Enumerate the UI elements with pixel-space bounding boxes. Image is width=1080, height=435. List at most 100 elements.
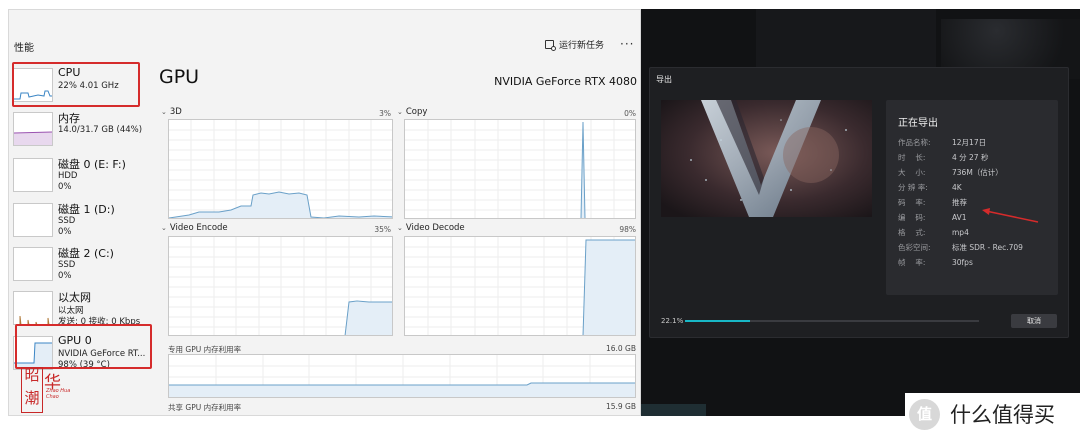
- sidebar-item-detail: 14.0/31.7 GB (44%): [58, 125, 143, 135]
- chevron-down-icon: ⌄: [161, 224, 167, 232]
- sidebar-item-label: 磁盘 0 (E: F:): [58, 158, 126, 171]
- engine-percent: 35%: [374, 225, 391, 234]
- engine-graph-3d: [168, 119, 393, 219]
- info-row-resolution: 分 辨 率: 4K: [898, 182, 962, 193]
- gpu-detail-panel: GPU NVIDIA GeForce RTX 4080 ⌄ 3D 3% ⌄ Co…: [159, 62, 639, 415]
- brand-name: 什么值得买: [950, 403, 1055, 427]
- info-value: 标准 SDR - Rec.709: [952, 243, 1023, 252]
- task-manager-window: 性能 运行新任务 ··· CPU 22% 4.01 GHz 内存 14.0/31…: [8, 9, 641, 416]
- info-value: 推荐: [952, 198, 967, 207]
- run-task-icon: [545, 40, 556, 51]
- info-key: 帧 率:: [898, 258, 926, 267]
- info-key: 码 率:: [898, 198, 926, 207]
- gpu-title: GPU: [159, 66, 200, 88]
- more-options-button[interactable]: ···: [620, 37, 634, 51]
- info-value: 12月17日: [952, 138, 987, 147]
- chevron-down-icon: ⌄: [397, 224, 403, 232]
- engine-percent: 0%: [624, 109, 636, 118]
- info-row-format: 格 式: mp4: [898, 227, 969, 238]
- sidebar-item-detail: 0%: [58, 271, 72, 281]
- export-progress-text: 22.1%: [661, 317, 684, 325]
- sidebar-item-label: 磁盘 2 (C:): [58, 247, 114, 260]
- engine-percent: 3%: [379, 109, 391, 118]
- info-key: 分 辨 率:: [898, 183, 928, 192]
- annotation-arrow-icon: [982, 208, 1039, 223]
- engine-selector-video-encode[interactable]: ⌄ Video Encode: [161, 223, 228, 233]
- exporting-status-title: 正在导出: [898, 118, 938, 129]
- shared-memory-value: 15.9 GB: [605, 402, 636, 411]
- gpu-model-name: NVIDIA GeForce RTX 4080: [494, 75, 637, 88]
- shared-memory-label: 共享 GPU 内存利用率: [168, 403, 242, 412]
- watermark-seal: 昭 潮 华 Zhao Hua Chao: [21, 367, 71, 415]
- brand-circle-text: 值: [916, 404, 932, 423]
- seal-char: 昭: [24, 366, 40, 384]
- seal-box: 昭 潮: [21, 367, 43, 413]
- info-value: 736M（估计）: [952, 168, 1003, 177]
- sidebar-item-disk-0[interactable]: 磁盘 0 (E: F:) HDD 0%: [11, 154, 149, 196]
- engine-graph-video-decode: [404, 236, 636, 336]
- engine-label: Video Encode: [169, 223, 228, 233]
- seal-latin: Zhao Hua Chao: [46, 388, 71, 400]
- info-row-frame-rate: 帧 率: 30fps: [898, 257, 973, 268]
- sidebar-item-label: 内存: [58, 112, 80, 125]
- engine-graph-video-encode: [168, 236, 393, 336]
- brand-circle-icon: 值: [909, 398, 940, 430]
- cancel-export-button[interactable]: 取消: [1011, 314, 1057, 328]
- sidebar-item-label: 磁盘 1 (D:): [58, 203, 115, 216]
- info-row-duration: 时 长: 4 分 27 秒: [898, 152, 988, 163]
- memory-thumbnail-graph: [13, 112, 53, 146]
- info-key: 时 长:: [898, 153, 926, 162]
- disk-0-thumbnail-graph: [13, 158, 53, 192]
- engine-label: 3D: [169, 107, 182, 117]
- sidebar-item-detail: 0%: [58, 182, 72, 192]
- info-row-codec: 编 码: AV1: [898, 212, 967, 223]
- chevron-down-icon: ⌄: [161, 108, 167, 116]
- performance-title: 性能: [14, 43, 34, 54]
- engine-selector-video-decode[interactable]: ⌄ Video Decode: [397, 223, 465, 233]
- sidebar-item-disk-2[interactable]: 磁盘 2 (C:) SSD 0%: [11, 243, 149, 285]
- export-progress-bar: [685, 320, 979, 322]
- info-row-name: 作品名称: 12月17日: [898, 137, 986, 148]
- export-dialog-title: 导出: [656, 75, 672, 84]
- chevron-down-icon: ⌄: [397, 108, 403, 116]
- disk-1-thumbnail-graph: [13, 203, 53, 237]
- run-task-label: 运行新任务: [559, 41, 605, 51]
- engine-label: Video Decode: [405, 223, 465, 233]
- info-value: 30fps: [952, 258, 973, 267]
- disk-2-thumbnail-graph: [13, 247, 53, 281]
- engine-label: Copy: [405, 107, 428, 117]
- gpu-highlight-box: [15, 324, 152, 369]
- export-preview-image: [661, 100, 872, 217]
- engine-percent: 98%: [619, 225, 636, 234]
- performance-sidebar: CPU 22% 4.01 GHz 内存 14.0/31.7 GB (44%) 磁…: [9, 62, 152, 415]
- info-row-color-space: 色彩空间: 标准 SDR - Rec.709: [898, 242, 1023, 253]
- seal-char: 潮: [24, 389, 40, 407]
- engine-graph-copy: [404, 119, 636, 219]
- cpu-highlight-box: [12, 62, 140, 107]
- export-info-panel: 正在导出 作品名称: 12月17日 时 长: 4 分 27 秒 大 小: 736M（估…: [886, 100, 1058, 295]
- sidebar-item-detail: SSD: [58, 216, 76, 226]
- info-key: 编 码:: [898, 213, 926, 222]
- dedicated-memory-value: 16.0 GB: [605, 344, 636, 353]
- run-new-task-button[interactable]: 运行新任务: [545, 38, 604, 51]
- performance-header: 性能 运行新任务 ···: [9, 10, 640, 60]
- info-value: 4 分 27 秒: [952, 153, 989, 162]
- info-key: 色彩空间:: [898, 243, 931, 252]
- info-value: mp4: [952, 228, 969, 237]
- sidebar-item-detail: 0%: [58, 227, 72, 237]
- export-dialog: 导出 正在导出 作品名称: 12月17日 时 长: 4 分 27 秒 大 小: …: [649, 67, 1069, 338]
- sidebar-item-ethernet[interactable]: 以太网 以太网 发送: 0 接收: 0 Kbps: [11, 287, 149, 329]
- sidebar-item-disk-1[interactable]: 磁盘 1 (D:) SSD 0%: [11, 199, 149, 241]
- info-row-size: 大 小: 736M（估计）: [898, 167, 1003, 178]
- sidebar-item-memory[interactable]: 内存 14.0/31.7 GB (44%): [11, 108, 149, 150]
- engine-selector-copy[interactable]: ⌄ Copy: [397, 107, 427, 117]
- site-brand-logo: 值 什么值得买: [905, 393, 1080, 435]
- background-decoration: [756, 9, 936, 69]
- engine-selector-3d[interactable]: ⌄ 3D: [161, 107, 182, 117]
- sidebar-item-label: 以太网: [58, 291, 91, 304]
- info-value: AV1: [952, 213, 967, 222]
- info-key: 作品名称:: [898, 138, 931, 147]
- dedicated-memory-graph: [168, 354, 636, 398]
- sidebar-item-detail: HDD: [58, 171, 78, 181]
- info-value: 4K: [952, 183, 962, 192]
